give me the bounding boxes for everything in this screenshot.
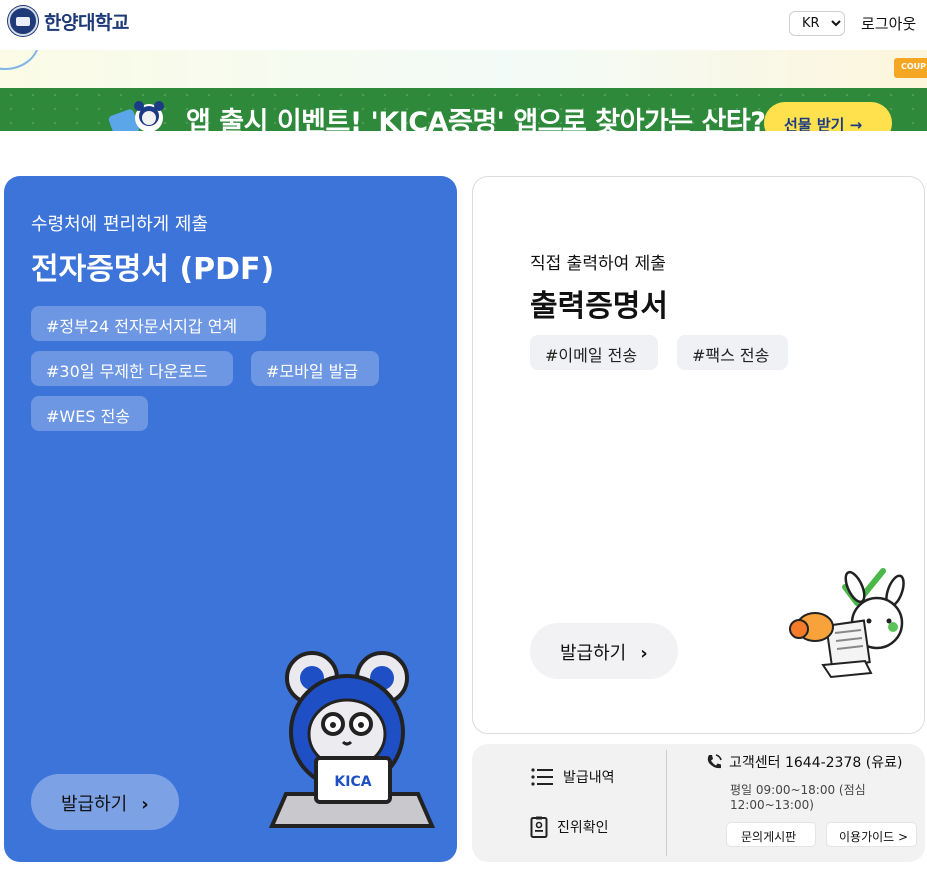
pdf-issue-button[interactable]: 발급하기 ›	[31, 774, 179, 830]
tag-30day-download: #30일 무제한 다운로드	[31, 351, 233, 386]
decorative-arc	[0, 50, 40, 70]
panel-divider	[666, 750, 667, 856]
customer-center-text: 고객센터 1644-2378 (유료)	[729, 755, 903, 771]
issue-history-label: 발급내역	[563, 770, 615, 786]
customer-center: 고객센터 1644-2378 (유료)	[705, 752, 902, 772]
chevron-right-icon: ›	[141, 794, 149, 815]
tag-fax: #팩스 전송	[677, 335, 788, 370]
business-hours: 평일 09:00~18:00 (점심 12:00~13:00)	[730, 783, 866, 812]
laptop-brand: KICA	[334, 774, 371, 790]
logout-link[interactable]: 로그아웃	[861, 13, 916, 34]
pdf-card-subtitle: 수령처에 편리하게 제출	[31, 214, 209, 235]
service-panel: 발급내역 진위확인 고객센터 1644-2378 (유료) 평일 09:00~1…	[472, 744, 925, 862]
list-icon	[531, 768, 553, 786]
pdf-certificate-card[interactable]: 수령처에 편리하게 제출 전자증명서 (PDF) #정부24 전자문서지갑 연계…	[4, 176, 457, 862]
gift-button[interactable]: 선물 받기 →	[764, 102, 892, 131]
chevron-right-icon: ›	[640, 643, 648, 664]
print-card-subtitle: 직접 출력하여 제출	[530, 254, 666, 274]
tag-wes: #WES 전송	[31, 396, 148, 431]
print-issue-label: 발급하기	[560, 643, 627, 664]
issue-history-link[interactable]: 발급내역	[530, 767, 615, 787]
tag-email: #이메일 전송	[530, 335, 658, 370]
university-logo[interactable]: 한양대학교	[8, 6, 129, 36]
tag-gov24: #정부24 전자문서지갑 연계	[31, 306, 266, 341]
banner-mascot-icon	[108, 101, 164, 131]
logo-text: 한양대학교	[44, 11, 129, 34]
bear-laptop-mascot-icon: KICA	[268, 651, 436, 828]
tag-mobile-issue: #모바일 발급	[251, 351, 379, 386]
coupon-badge: COUP	[894, 58, 927, 78]
print-card-title: 출력증명서	[530, 289, 668, 324]
pdf-card-title: 전자증명서 (PDF)	[31, 252, 275, 287]
rabbit-document-mascot-icon	[789, 568, 905, 679]
university-seal-icon	[8, 6, 38, 36]
phone-icon	[707, 754, 722, 769]
verify-link[interactable]: 진위확인	[530, 816, 609, 838]
promo-strip: COUP	[0, 50, 927, 88]
print-certificate-card[interactable]: 직접 출력하여 제출 출력증명서 #이메일 전송 #팩스 전송 발급하기 ›	[472, 176, 925, 734]
pdf-issue-label: 발급하기	[61, 794, 128, 815]
verify-label: 진위확인	[557, 820, 609, 836]
language-select[interactable]: KR	[789, 11, 845, 36]
event-banner[interactable]: 앱 출시 이벤트! 'KICA증명' 앱으로 찾아가는 산타?! 선물 받기 →	[0, 88, 927, 131]
user-guide-button[interactable]: 이용가이드 >	[826, 822, 917, 847]
inquiry-board-button[interactable]: 문의게시판	[726, 822, 816, 847]
print-issue-button[interactable]: 발급하기 ›	[530, 623, 678, 679]
certificate-icon	[530, 816, 548, 838]
header: 한양대학교 KR 로그아웃	[0, 0, 927, 50]
banner-headline: 앱 출시 이벤트! 'KICA증명' 앱으로 찾아가는 산타?!	[186, 107, 778, 131]
